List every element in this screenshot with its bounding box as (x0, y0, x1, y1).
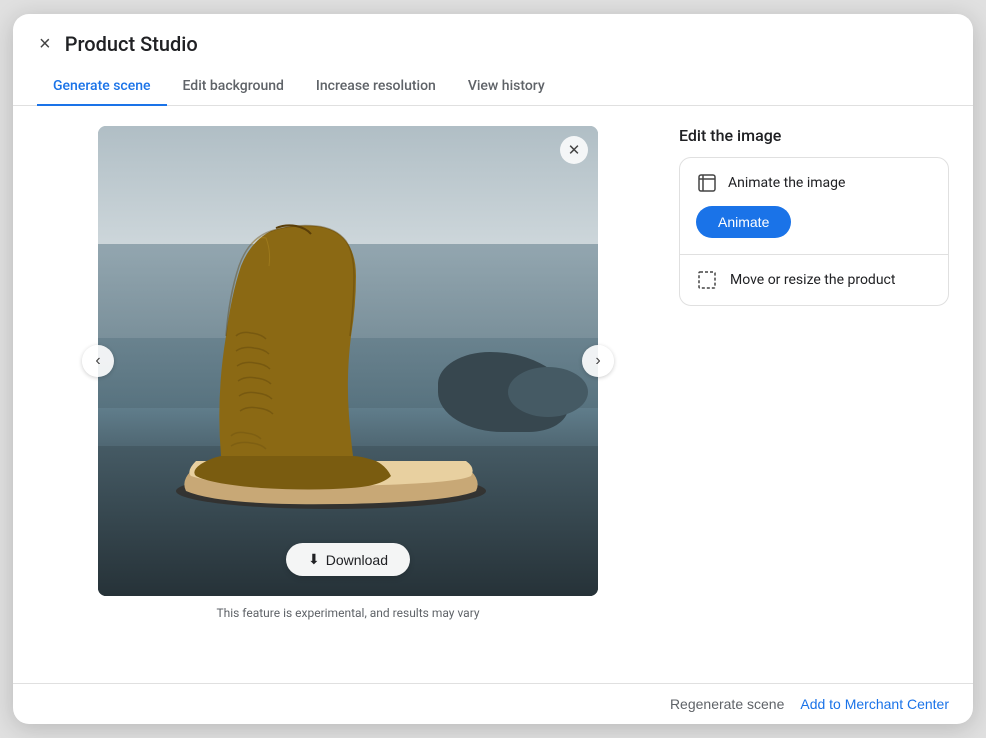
boot-scene-background (98, 126, 598, 596)
tabs-nav: Generate scene Edit background Increase … (13, 68, 973, 106)
move-resize-option[interactable]: Move or resize the product (680, 255, 948, 305)
animate-icon (696, 172, 718, 194)
modal-close-button[interactable]: × (37, 32, 53, 56)
move-resize-icon (696, 269, 718, 291)
prev-image-button[interactable]: ‹ (82, 345, 114, 377)
edit-image-title: Edit the image (679, 126, 949, 145)
tab-generate-scene[interactable]: Generate scene (37, 68, 167, 106)
animate-header: Animate the image (696, 172, 932, 194)
modal-body: ‹ › ✕ (13, 106, 973, 683)
modal-footer: Regenerate scene Add to Merchant Center (13, 683, 973, 724)
download-button[interactable]: ⬇ Download (286, 543, 410, 576)
tab-edit-background[interactable]: Edit background (167, 68, 300, 106)
boot-image (161, 196, 501, 516)
download-icon: ⬇ (308, 551, 320, 568)
close-icon: ✕ (568, 141, 581, 159)
disclaimer-text: This feature is experimental, and result… (216, 606, 479, 620)
move-resize-label: Move or resize the product (730, 272, 895, 288)
edit-options-card: Animate the image Animate Move or resize… (679, 157, 949, 306)
image-section: ‹ › ✕ (37, 126, 659, 663)
tab-increase-resolution[interactable]: Increase resolution (300, 68, 452, 106)
next-image-button[interactable]: › (582, 345, 614, 377)
image-close-button[interactable]: ✕ (560, 136, 588, 164)
add-to-merchant-button[interactable]: Add to Merchant Center (800, 696, 949, 712)
product-studio-modal: × Product Studio Generate scene Edit bac… (13, 14, 973, 724)
animate-option-label: Animate the image (728, 175, 845, 191)
animate-button[interactable]: Animate (696, 206, 791, 238)
animate-section: Animate the image Animate (680, 158, 948, 255)
tab-view-history[interactable]: View history (452, 68, 561, 106)
right-panel: Edit the image Animate the image (679, 126, 949, 663)
modal-title: Product Studio (65, 32, 198, 56)
product-image-container: ✕ (98, 126, 598, 596)
regenerate-scene-button[interactable]: Regenerate scene (670, 696, 784, 712)
modal-header: × Product Studio (13, 14, 973, 56)
rocks-right (508, 367, 588, 417)
